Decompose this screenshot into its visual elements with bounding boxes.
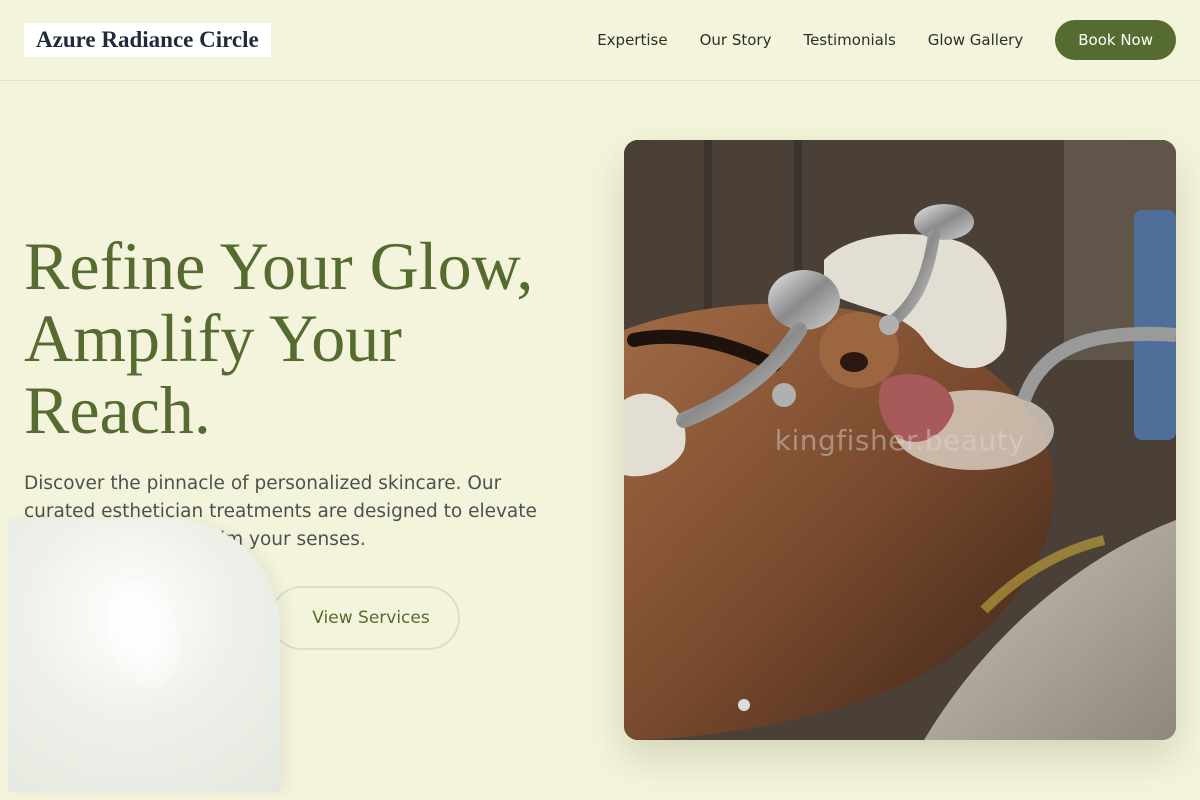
brand-logo[interactable]: Azure Radiance Circle [24,23,271,57]
nav-testimonials[interactable]: Testimonials [803,31,895,49]
headline-line-1: Refine Your Glow, [24,228,534,304]
floating-product-image [8,519,280,792]
nav-our-story[interactable]: Our Story [700,31,772,49]
photo-watermark: kingfisher.beauty [774,424,1026,457]
headline-line-3: Reach. [24,372,211,448]
nav-glow-gallery[interactable]: Glow Gallery [928,31,1023,49]
site-header: Azure Radiance Circle Expertise Our Stor… [0,0,1200,81]
hero-headline: Refine Your Glow, Amplify Your Reach. [24,230,604,446]
headline-line-2: Amplify Your [24,300,402,376]
view-services-button[interactable]: View Services [270,586,460,650]
cream-swatch [94,571,192,697]
main-nav: Expertise Our Story Testimonials Glow Ga… [597,20,1176,60]
nav-expertise[interactable]: Expertise [597,31,667,49]
book-now-button[interactable]: Book Now [1055,20,1176,60]
hero-facial-treatment-photo: kingfisher.beauty [624,140,1176,740]
